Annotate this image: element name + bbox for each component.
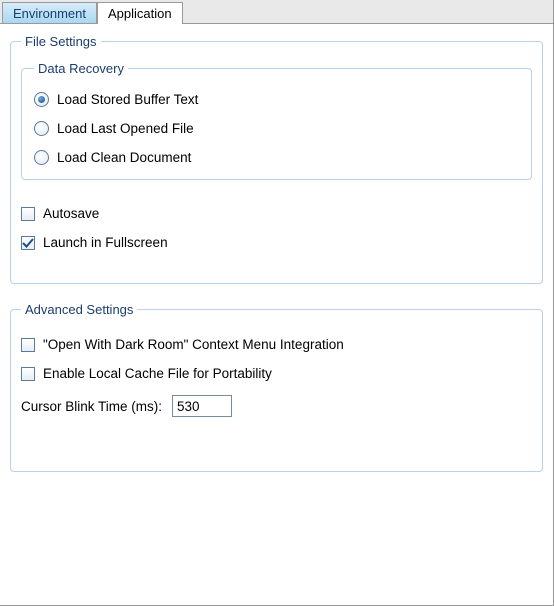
checkbox-context-menu[interactable]: "Open With Dark Room" Context Menu Integ… (21, 337, 532, 352)
tab-environment[interactable]: Environment (2, 2, 97, 23)
radio-load-last[interactable]: Load Last Opened File (34, 121, 519, 136)
radio-load-clean[interactable]: Load Clean Document (34, 150, 519, 165)
radio-load-clean-label: Load Clean Document (57, 150, 191, 165)
tab-application[interactable]: Application (97, 2, 183, 24)
settings-panel: Environment Application File Settings Da… (0, 0, 554, 606)
checkbox-autosave[interactable]: Autosave (21, 206, 532, 221)
radio-icon (34, 150, 49, 165)
radio-icon (34, 92, 49, 107)
cursor-blink-row: Cursor Blink Time (ms): (21, 395, 532, 417)
checkbox-autosave-label: Autosave (43, 206, 99, 221)
checkbox-local-cache-label: Enable Local Cache File for Portability (43, 366, 272, 381)
file-settings-group: File Settings Data Recovery Load Stored … (10, 34, 543, 284)
advanced-settings-legend: Advanced Settings (21, 302, 137, 317)
radio-load-buffer-label: Load Stored Buffer Text (57, 92, 198, 107)
checkbox-context-menu-label: "Open With Dark Room" Context Menu Integ… (43, 337, 344, 352)
radio-load-buffer[interactable]: Load Stored Buffer Text (34, 92, 519, 107)
cursor-blink-input[interactable] (172, 395, 232, 417)
tab-application-label: Application (108, 6, 172, 21)
checkbox-fullscreen-label: Launch in Fullscreen (43, 235, 168, 250)
checkbox-icon (21, 367, 35, 381)
tab-environment-label: Environment (13, 6, 86, 21)
checkbox-fullscreen[interactable]: Launch in Fullscreen (21, 235, 532, 250)
advanced-settings-group: Advanced Settings "Open With Dark Room" … (10, 302, 543, 472)
data-recovery-legend: Data Recovery (34, 61, 128, 76)
data-recovery-group: Data Recovery Load Stored Buffer Text Lo… (21, 61, 532, 180)
checkbox-local-cache[interactable]: Enable Local Cache File for Portability (21, 366, 532, 381)
checkbox-icon (21, 236, 35, 250)
radio-icon (34, 121, 49, 136)
tab-content: File Settings Data Recovery Load Stored … (0, 24, 553, 500)
file-settings-legend: File Settings (21, 34, 101, 49)
cursor-blink-label: Cursor Blink Time (ms): (21, 399, 162, 414)
checkbox-icon (21, 207, 35, 221)
tab-strip: Environment Application (0, 0, 553, 24)
checkbox-icon (21, 338, 35, 352)
radio-load-last-label: Load Last Opened File (57, 121, 194, 136)
